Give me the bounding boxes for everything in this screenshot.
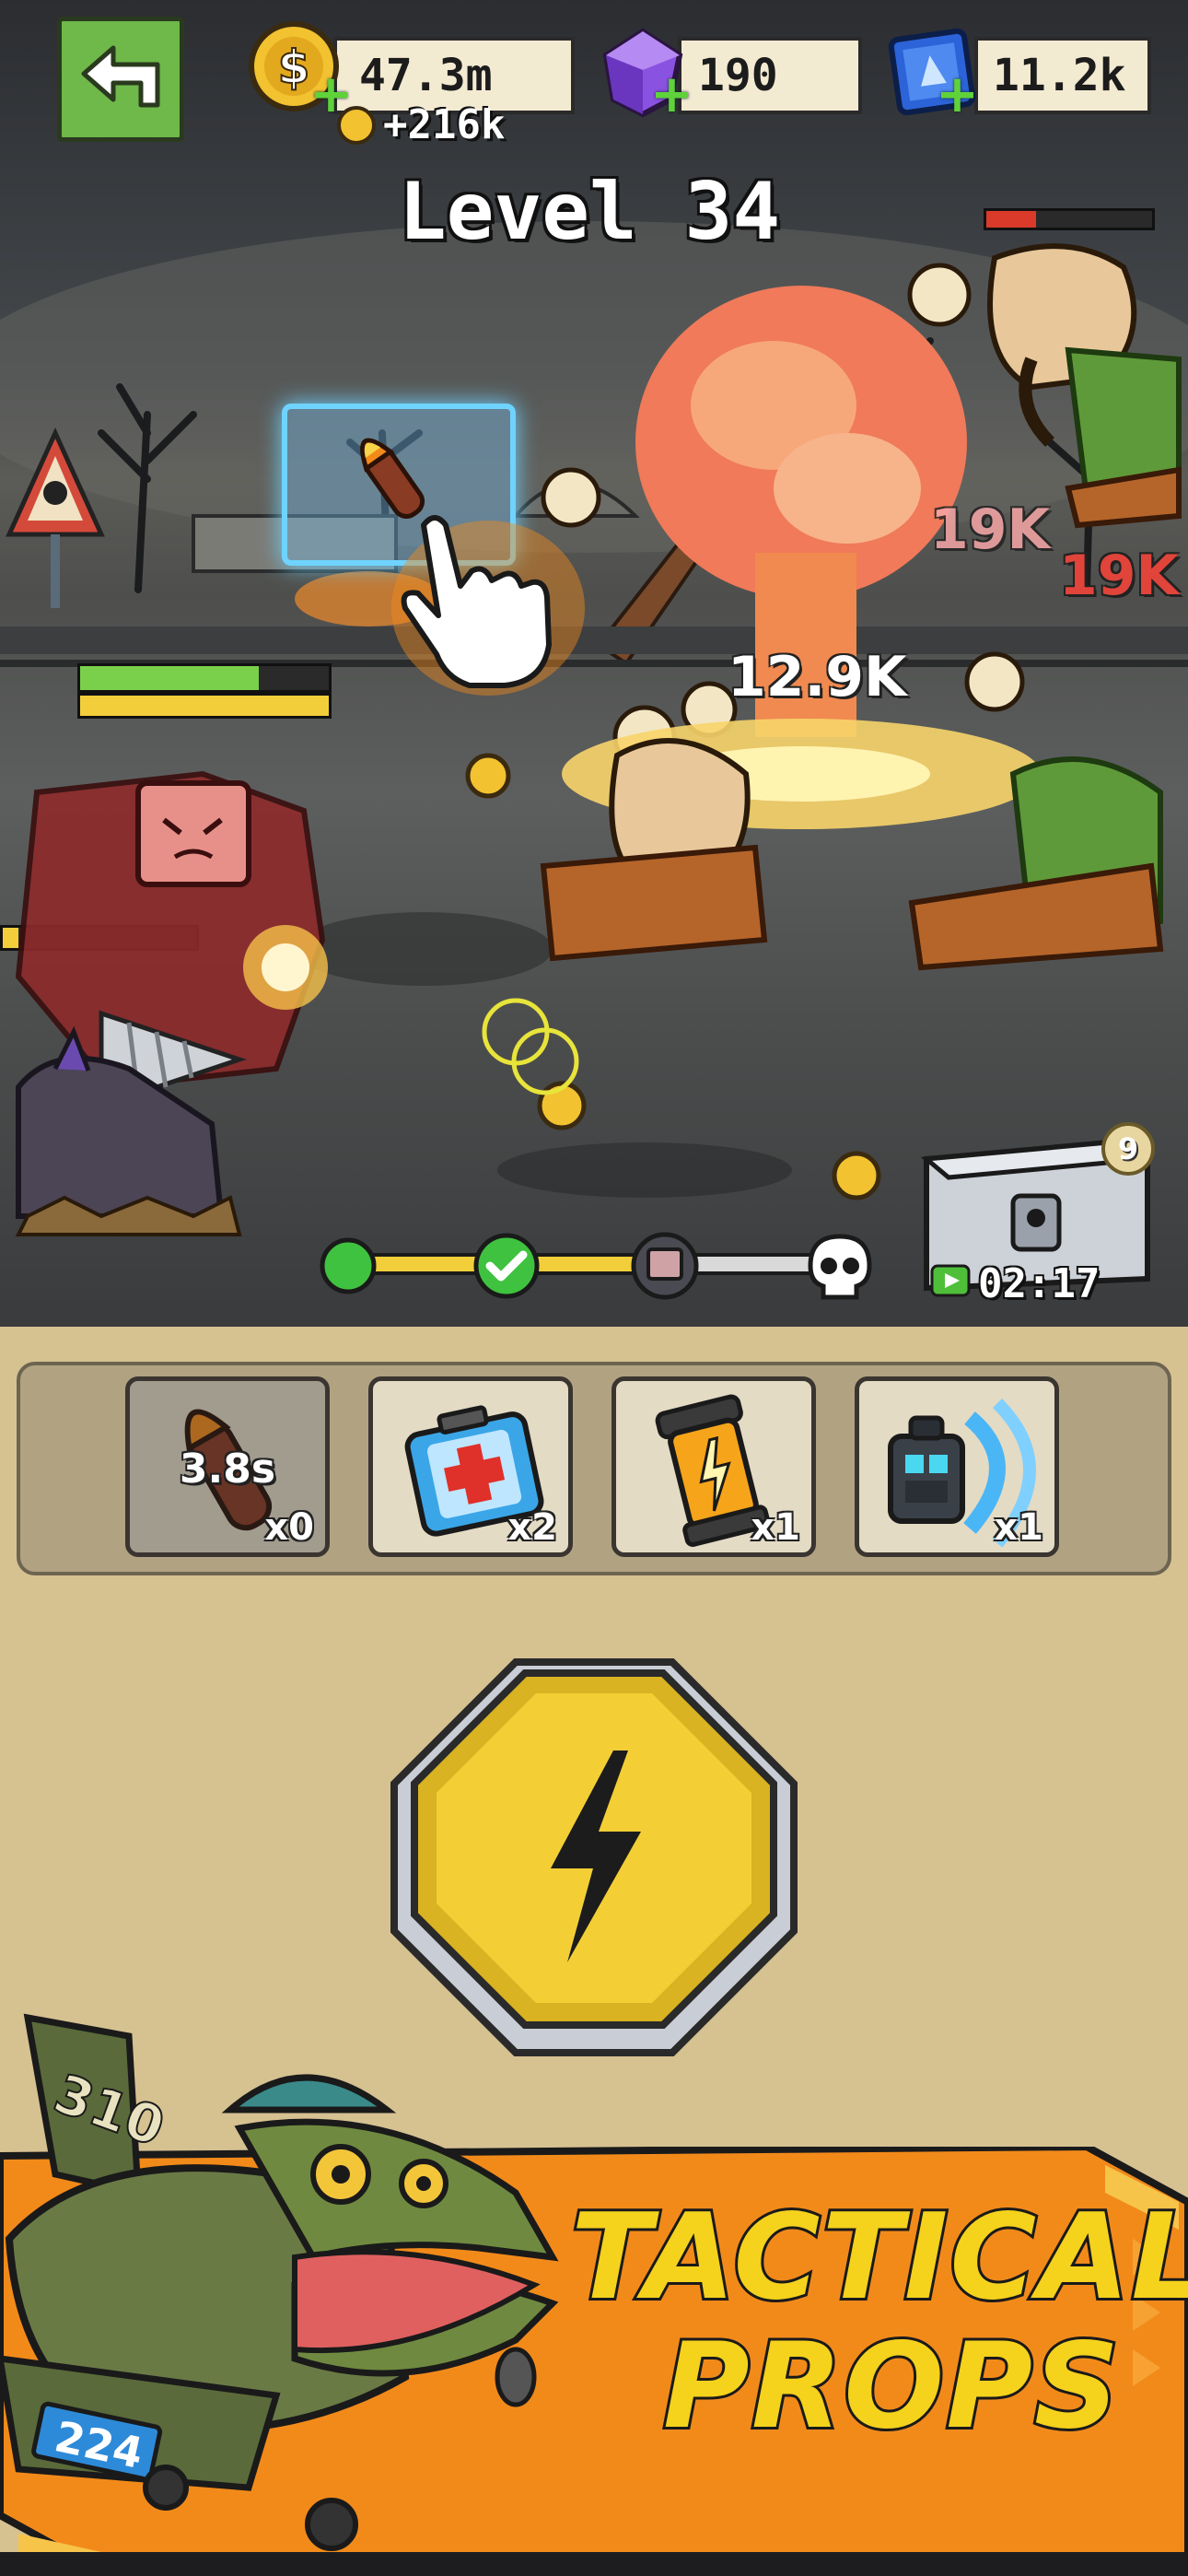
ticket-value: 11.2k: [993, 50, 1126, 101]
gem-counter: 190: [678, 37, 862, 114]
crocodile-plane-mascot: 310 224: [0, 2013, 559, 2551]
player-drill-tank: [15, 770, 328, 1236]
prop-slot-medkit[interactable]: x2: [368, 1376, 573, 1557]
chest-badge: 9: [1101, 1122, 1155, 1176]
gold-income-value: +216k: [383, 101, 506, 148]
damage-number: 12.9K: [728, 645, 907, 709]
prop-count: x1: [994, 1506, 1043, 1549]
banner-title-line1: TACTICAL: [568, 2186, 1188, 2329]
checkmark-icon: [473, 1233, 540, 1299]
reward-chest[interactable]: 9 02:17: [912, 1122, 1160, 1316]
boss-wave-icon: [631, 1232, 699, 1300]
player-energy-fill: [80, 696, 329, 716]
back-arrow-icon: [81, 45, 160, 108]
add-tickets-icon[interactable]: +: [936, 64, 979, 124]
gold-income: +216k: [335, 101, 505, 148]
battlefield: 47.3m $ + +216k 190 + 11.2k + Level 34 1…: [0, 0, 1188, 1327]
bottom-edge: [0, 2552, 1188, 2576]
prop-count: x1: [751, 1506, 800, 1549]
player-hp-fill: [80, 666, 260, 690]
damage-number: 19K: [1059, 544, 1179, 608]
banner-title-line2: PROPS: [660, 2315, 1122, 2458]
player-hp-bar: [77, 663, 332, 693]
gold-value: 47.3m: [359, 50, 493, 101]
prop-slot-sonic-device[interactable]: x1: [855, 1376, 1059, 1557]
small-coin-icon: [337, 105, 376, 145]
prop-slot-missile[interactable]: 3.8s x0: [125, 1376, 330, 1557]
video-ad-icon: [930, 1264, 971, 1297]
svg-text:$: $: [278, 41, 310, 94]
wave-progress: [319, 1231, 890, 1300]
chest-timer: 02:17: [978, 1260, 1101, 1307]
gem-value: 190: [698, 50, 778, 101]
prop-count: x2: [507, 1506, 557, 1549]
skull-icon: [808, 1234, 872, 1300]
lightning-icon: [390, 1658, 798, 2056]
promo-banner: 310 224 TACTICAL PROPS: [0, 2013, 1188, 2576]
prop-cooldown: 3.8s: [179, 1446, 276, 1493]
dropped-coins: [465, 753, 881, 1200]
damage-number: 19K: [930, 498, 1050, 562]
back-button[interactable]: [57, 17, 184, 142]
prop-slot-energy-lantern[interactable]: x1: [611, 1376, 816, 1557]
add-gems-icon[interactable]: +: [650, 64, 693, 124]
ticket-counter: 11.2k: [974, 37, 1151, 114]
prop-count: x0: [264, 1506, 314, 1549]
player-energy-bar: [77, 693, 332, 719]
wave-node-complete-icon: [320, 1237, 377, 1294]
lightning-action-button[interactable]: [387, 1655, 801, 2060]
